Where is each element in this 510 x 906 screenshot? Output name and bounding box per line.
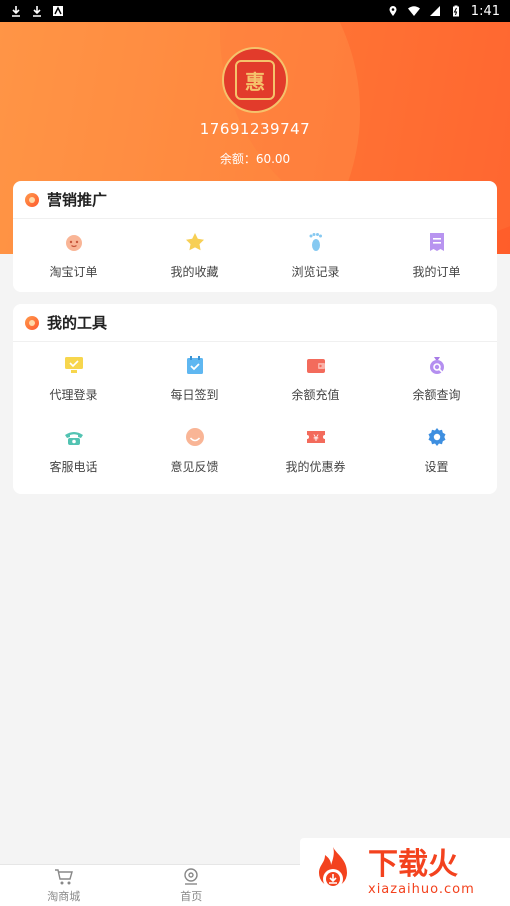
footprint-icon (305, 231, 327, 253)
app-notification-icon (53, 6, 63, 16)
section-dot-icon (25, 192, 39, 207)
wifi-icon (407, 6, 420, 16)
receipt-icon (426, 231, 448, 253)
grid-item-label: 意见反馈 (170, 459, 219, 474)
status-bar: 1:41 (0, 0, 510, 22)
watermark-url: xiazaihuo.com (368, 881, 475, 897)
nav-item-label: 淘商城 (47, 889, 81, 903)
grid-item-my-coupons[interactable]: ¥ 我的优惠券 (255, 414, 376, 486)
download-icon (12, 6, 20, 17)
marketing-card: 营销推广 淘宝订单 我的收藏 浏览记录 我的订单 (13, 181, 497, 292)
grid-item-label: 我的优惠券 (285, 459, 346, 474)
tools-card-header: 我的工具 (13, 304, 497, 342)
tools-card: 我的工具 代理登录 每日签到 余额充值 余额查询 客服电话 意见反馈 ¥ 我的优… (13, 304, 497, 494)
watermark-title: 下载火 (368, 846, 458, 882)
grid-item-label: 代理登录 (49, 387, 98, 402)
wallet-icon (305, 354, 327, 376)
avatar[interactable]: 惠 (222, 47, 288, 113)
grid-item-label: 余额查询 (412, 387, 461, 402)
grid-item-label: 余额充值 (291, 387, 340, 402)
grid-item-my-orders[interactable]: 我的订单 (376, 219, 497, 291)
battery-charging-icon (452, 5, 459, 17)
grid-item-settings[interactable]: 设置 (376, 414, 497, 486)
smile-face-icon (184, 426, 206, 448)
gear-icon (426, 426, 448, 448)
signal-icon (429, 6, 440, 16)
nav-item-taobao-mall[interactable]: 淘商城 (0, 865, 128, 906)
monitor-icon (63, 354, 85, 376)
grid-item-customer-service-phone[interactable]: 客服电话 (13, 414, 134, 486)
grid-item-label: 淘宝订单 (49, 264, 98, 279)
grid-item-label: 我的收藏 (170, 264, 219, 279)
tools-card-title: 我的工具 (47, 314, 108, 332)
marketing-card-header: 营销推广 (13, 181, 497, 219)
marketing-card-title: 营销推广 (47, 191, 108, 209)
grid-item-favorites[interactable]: 我的收藏 (134, 219, 255, 291)
location-icon (389, 6, 397, 17)
nav-item-home[interactable]: 首页 (128, 865, 256, 906)
grid-item-feedback[interactable]: 意见反馈 (134, 414, 255, 486)
grid-item-daily-checkin[interactable]: 每日签到 (134, 342, 255, 414)
grid-item-browse-history[interactable]: 浏览记录 (255, 219, 376, 291)
grid-item-taobao-orders[interactable]: 淘宝订单 (13, 219, 134, 291)
cart-icon (54, 868, 73, 884)
nav-item-label: 首页 (180, 889, 203, 903)
grid-item-label: 浏览记录 (291, 264, 340, 279)
svg-text:¥: ¥ (313, 434, 319, 444)
grid-item-label: 客服电话 (49, 459, 98, 474)
peach-face-icon (63, 231, 85, 253)
grid-item-balance-query[interactable]: 余额查询 (376, 342, 497, 414)
status-time: 1:41 (470, 3, 500, 19)
money-bag-search-icon (426, 354, 448, 376)
location-pin-icon (184, 867, 198, 885)
section-dot-icon (25, 315, 39, 330)
grid-item-label: 我的订单 (412, 264, 461, 279)
telephone-icon (63, 426, 85, 448)
star-icon (184, 231, 206, 253)
coupon-icon: ¥ (305, 426, 327, 448)
download-icon (33, 6, 41, 17)
fire-logo-icon (319, 847, 347, 889)
grid-item-label: 设置 (424, 459, 449, 474)
grid-item-balance-recharge[interactable]: 余额充值 (255, 342, 376, 414)
avatar-logo: 惠 (235, 60, 275, 100)
grid-item-agent-login[interactable]: 代理登录 (13, 342, 134, 414)
watermark: 下载火 xiazaihuo.com (300, 838, 510, 906)
calendar-check-icon (184, 354, 206, 376)
user-balance: 余额：60.00 (219, 152, 291, 166)
grid-item-label: 每日签到 (170, 387, 219, 402)
user-phone: 17691239747 (199, 120, 311, 138)
